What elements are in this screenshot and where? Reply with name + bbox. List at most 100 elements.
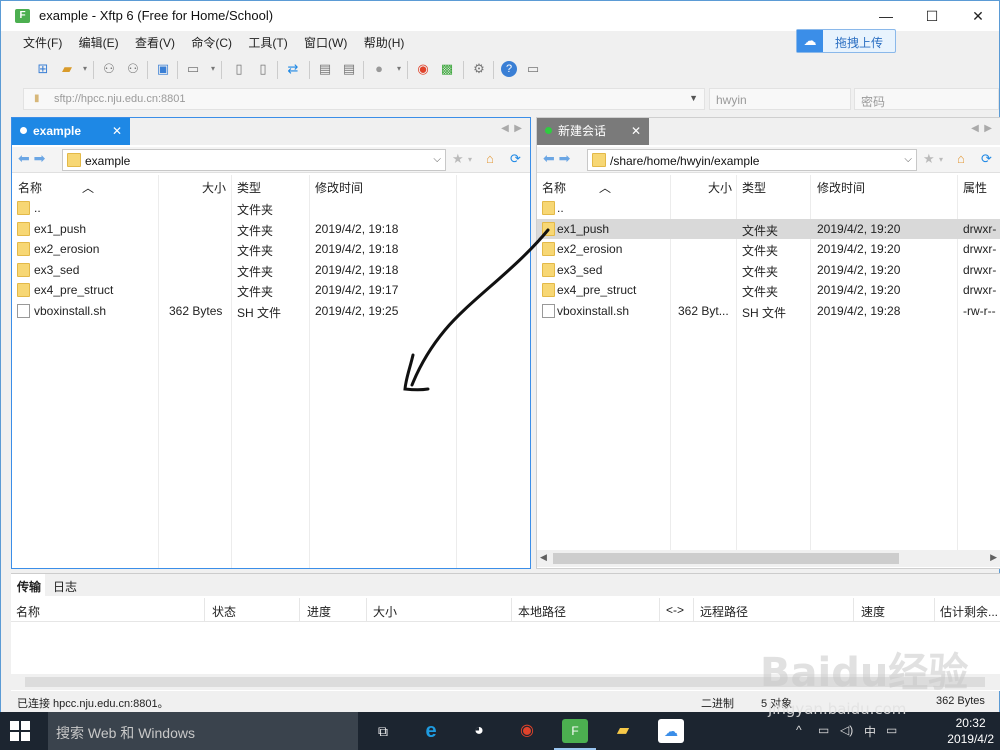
col-type[interactable]: 类型 — [237, 179, 261, 196]
chevron-down-icon[interactable]: ⌵ — [904, 154, 912, 165]
bookmark-star-icon[interactable]: ★ — [923, 151, 935, 167]
xshell-icon[interactable]: ◉ — [415, 61, 431, 77]
open-folder-icon[interactable]: ▰ — [59, 61, 75, 77]
menu-tools[interactable]: 工具(T) — [248, 36, 287, 50]
password-field[interactable]: 密码 — [854, 88, 999, 110]
connect-icon[interactable]: ⚇ — [101, 61, 117, 77]
tab-scroll-arrows[interactable]: ◀ ▶ — [501, 123, 522, 134]
chevron-down-icon[interactable]: ▼ — [689, 93, 698, 103]
back-forward-icons[interactable]: ⬅ ➡ — [543, 150, 570, 167]
home-icon[interactable]: ⌂ — [486, 151, 494, 166]
col-size[interactable]: 大小 — [202, 179, 226, 196]
open-dropdown-icon[interactable]: ▾ — [77, 61, 93, 77]
tab-local-example[interactable]: example ✕ — [12, 118, 130, 145]
drag-upload-button[interactable]: ☁ 拖拽上传 — [796, 29, 896, 53]
xshell-taskbar-icon[interactable]: ◉ — [514, 719, 540, 743]
col-progress[interactable]: 进度 — [307, 603, 331, 620]
tab-scroll-arrows[interactable]: ◀ ▶ — [971, 123, 992, 134]
gear-icon[interactable]: ⚙ — [471, 61, 487, 77]
copy-icon[interactable]: ▤ — [341, 61, 357, 77]
local-path-input[interactable]: example ⌵ — [62, 149, 446, 171]
baidu-netdisk-icon[interactable]: ☁ — [658, 719, 684, 743]
menu-edit[interactable]: 编辑(E) — [79, 36, 119, 50]
file-row[interactable]: ex2_erosion 文件夹 2019/4/2, 19:18 — [12, 239, 530, 259]
windows-start-icon[interactable] — [10, 721, 30, 741]
col-size[interactable]: 大小 — [373, 603, 397, 620]
file-explorer-icon[interactable]: ▰ — [610, 719, 636, 743]
maximize-button[interactable]: ☐ — [909, 1, 955, 31]
col-eta[interactable]: 估计剩余... — [940, 603, 998, 620]
scroll-left-icon[interactable]: ◀ — [540, 552, 547, 563]
file-row[interactable]: ex4_pre_struct 文件夹 2019/4/2, 19:20 drwxr- — [537, 280, 1000, 300]
globe-dropdown-icon[interactable]: ▾ — [391, 61, 407, 77]
col-name[interactable]: 名称 — [542, 179, 566, 196]
col-name[interactable]: 名称 — [18, 179, 42, 196]
transfer-dropdown-icon[interactable]: ▾ — [205, 61, 221, 77]
xftp-taskbar-icon[interactable]: F — [554, 719, 596, 750]
properties-icon[interactable]: ▣ — [155, 61, 171, 77]
remote-path-input[interactable]: /share/home/hwyin/example ⌵ — [587, 149, 917, 171]
refresh-icon[interactable]: ⟳ — [510, 151, 521, 167]
tab-transfer[interactable]: 传输 — [11, 574, 45, 596]
document-copy-icon[interactable]: ▯ — [255, 61, 271, 77]
taskbar-search-box[interactable]: 搜索 Web 和 Windows — [48, 712, 358, 750]
close-tab-icon[interactable]: ✕ — [631, 118, 641, 144]
bookmark-star-icon[interactable]: ★ — [452, 151, 464, 167]
menu-command[interactable]: 命令(C) — [191, 36, 232, 50]
back-forward-icons[interactable]: ⬅ ➡ — [18, 150, 45, 167]
bookmark-dropdown-icon[interactable]: ▾ — [468, 155, 472, 164]
menu-help[interactable]: 帮助(H) — [364, 36, 405, 50]
host-address-input[interactable]: sftp://hpcc.nju.edu.cn:8801 — [54, 93, 185, 105]
close-button[interactable]: ✕ — [955, 1, 1000, 31]
menu-file[interactable]: 文件(F) — [23, 36, 62, 50]
menu-window[interactable]: 窗口(W) — [304, 36, 347, 50]
home-icon[interactable]: ⌂ — [957, 151, 965, 166]
disconnect-icon[interactable]: ⚇ — [125, 61, 141, 77]
username-field[interactable]: hwyin — [709, 88, 851, 110]
col-remote-path[interactable]: 远程路径 — [700, 603, 748, 620]
transfer-icon[interactable]: ▭ — [185, 61, 201, 77]
col-status[interactable]: 状态 — [212, 603, 236, 620]
bookmark-dropdown-icon[interactable]: ▾ — [939, 155, 943, 164]
col-speed[interactable]: 速度 — [861, 603, 885, 620]
menu-view[interactable]: 查看(V) — [135, 36, 175, 50]
col-size[interactable]: 大小 — [708, 179, 732, 196]
col-type[interactable]: 类型 — [742, 179, 766, 196]
col-modified[interactable]: 修改时间 — [315, 179, 363, 196]
file-row[interactable]: ex2_erosion 文件夹 2019/4/2, 19:20 drwxr- — [537, 239, 1000, 259]
col-direction[interactable]: <-> — [666, 603, 684, 617]
new-session-icon[interactable]: ⊞ — [35, 61, 51, 77]
refresh-icon[interactable]: ⟳ — [981, 151, 992, 167]
address-bar[interactable]: ▮ sftp://hpcc.nju.edu.cn:8801 ▼ — [23, 88, 705, 110]
transfer-mode[interactable]: 二进制 — [701, 695, 734, 711]
scrollbar-thumb[interactable] — [553, 553, 899, 564]
chevron-down-icon[interactable]: ⌵ — [433, 154, 441, 165]
scroll-right-icon[interactable]: ▶ — [990, 552, 997, 563]
col-name[interactable]: 名称 — [16, 603, 40, 620]
file-row[interactable]: .. — [537, 198, 1000, 218]
globe-icon[interactable]: ● — [371, 61, 387, 77]
file-row[interactable]: ex3_sed 文件夹 2019/4/2, 19:20 drwxr- — [537, 260, 1000, 280]
edge-browser-icon[interactable]: e — [418, 719, 444, 743]
qq-icon[interactable]: ◕ — [466, 719, 492, 743]
file-row[interactable]: ex3_sed 文件夹 2019/4/2, 19:18 — [12, 260, 530, 280]
chat-icon[interactable]: ▭ — [525, 61, 541, 77]
file-row[interactable]: ex4_pre_struct 文件夹 2019/4/2, 19:17 — [12, 280, 530, 300]
file-row[interactable]: .. 文件夹 — [12, 198, 530, 218]
file-row[interactable]: ex1_push 文件夹 2019/4/2, 19:20 drwxr- — [537, 218, 1000, 239]
minimize-button[interactable]: — — [863, 1, 909, 31]
tab-log[interactable]: 日志 — [53, 578, 77, 595]
help-icon[interactable]: ? — [501, 61, 517, 77]
close-tab-icon[interactable]: ✕ — [112, 118, 122, 144]
col-local-path[interactable]: 本地路径 — [518, 603, 566, 620]
task-view-icon[interactable]: ⧉ — [370, 719, 396, 743]
file-row[interactable]: vboxinstall.sh 362 Bytes SH 文件 2019/4/2, 19… — [12, 301, 530, 321]
col-modified[interactable]: 修改时间 — [817, 179, 865, 196]
file-row[interactable]: ex1_push 文件夹 2019/4/2, 19:18 — [12, 219, 530, 239]
document-icon[interactable]: ▯ — [231, 61, 247, 77]
sync-icon[interactable]: ⇄ — [285, 61, 301, 77]
file-row[interactable]: vboxinstall.sh 362 Byt... SH 文件 2019/4/2, 1… — [537, 301, 1000, 321]
col-attributes[interactable]: 属性 — [963, 179, 987, 196]
print-icon[interactable]: ▤ — [317, 61, 333, 77]
xftp-icon[interactable]: ▩ — [439, 61, 455, 77]
